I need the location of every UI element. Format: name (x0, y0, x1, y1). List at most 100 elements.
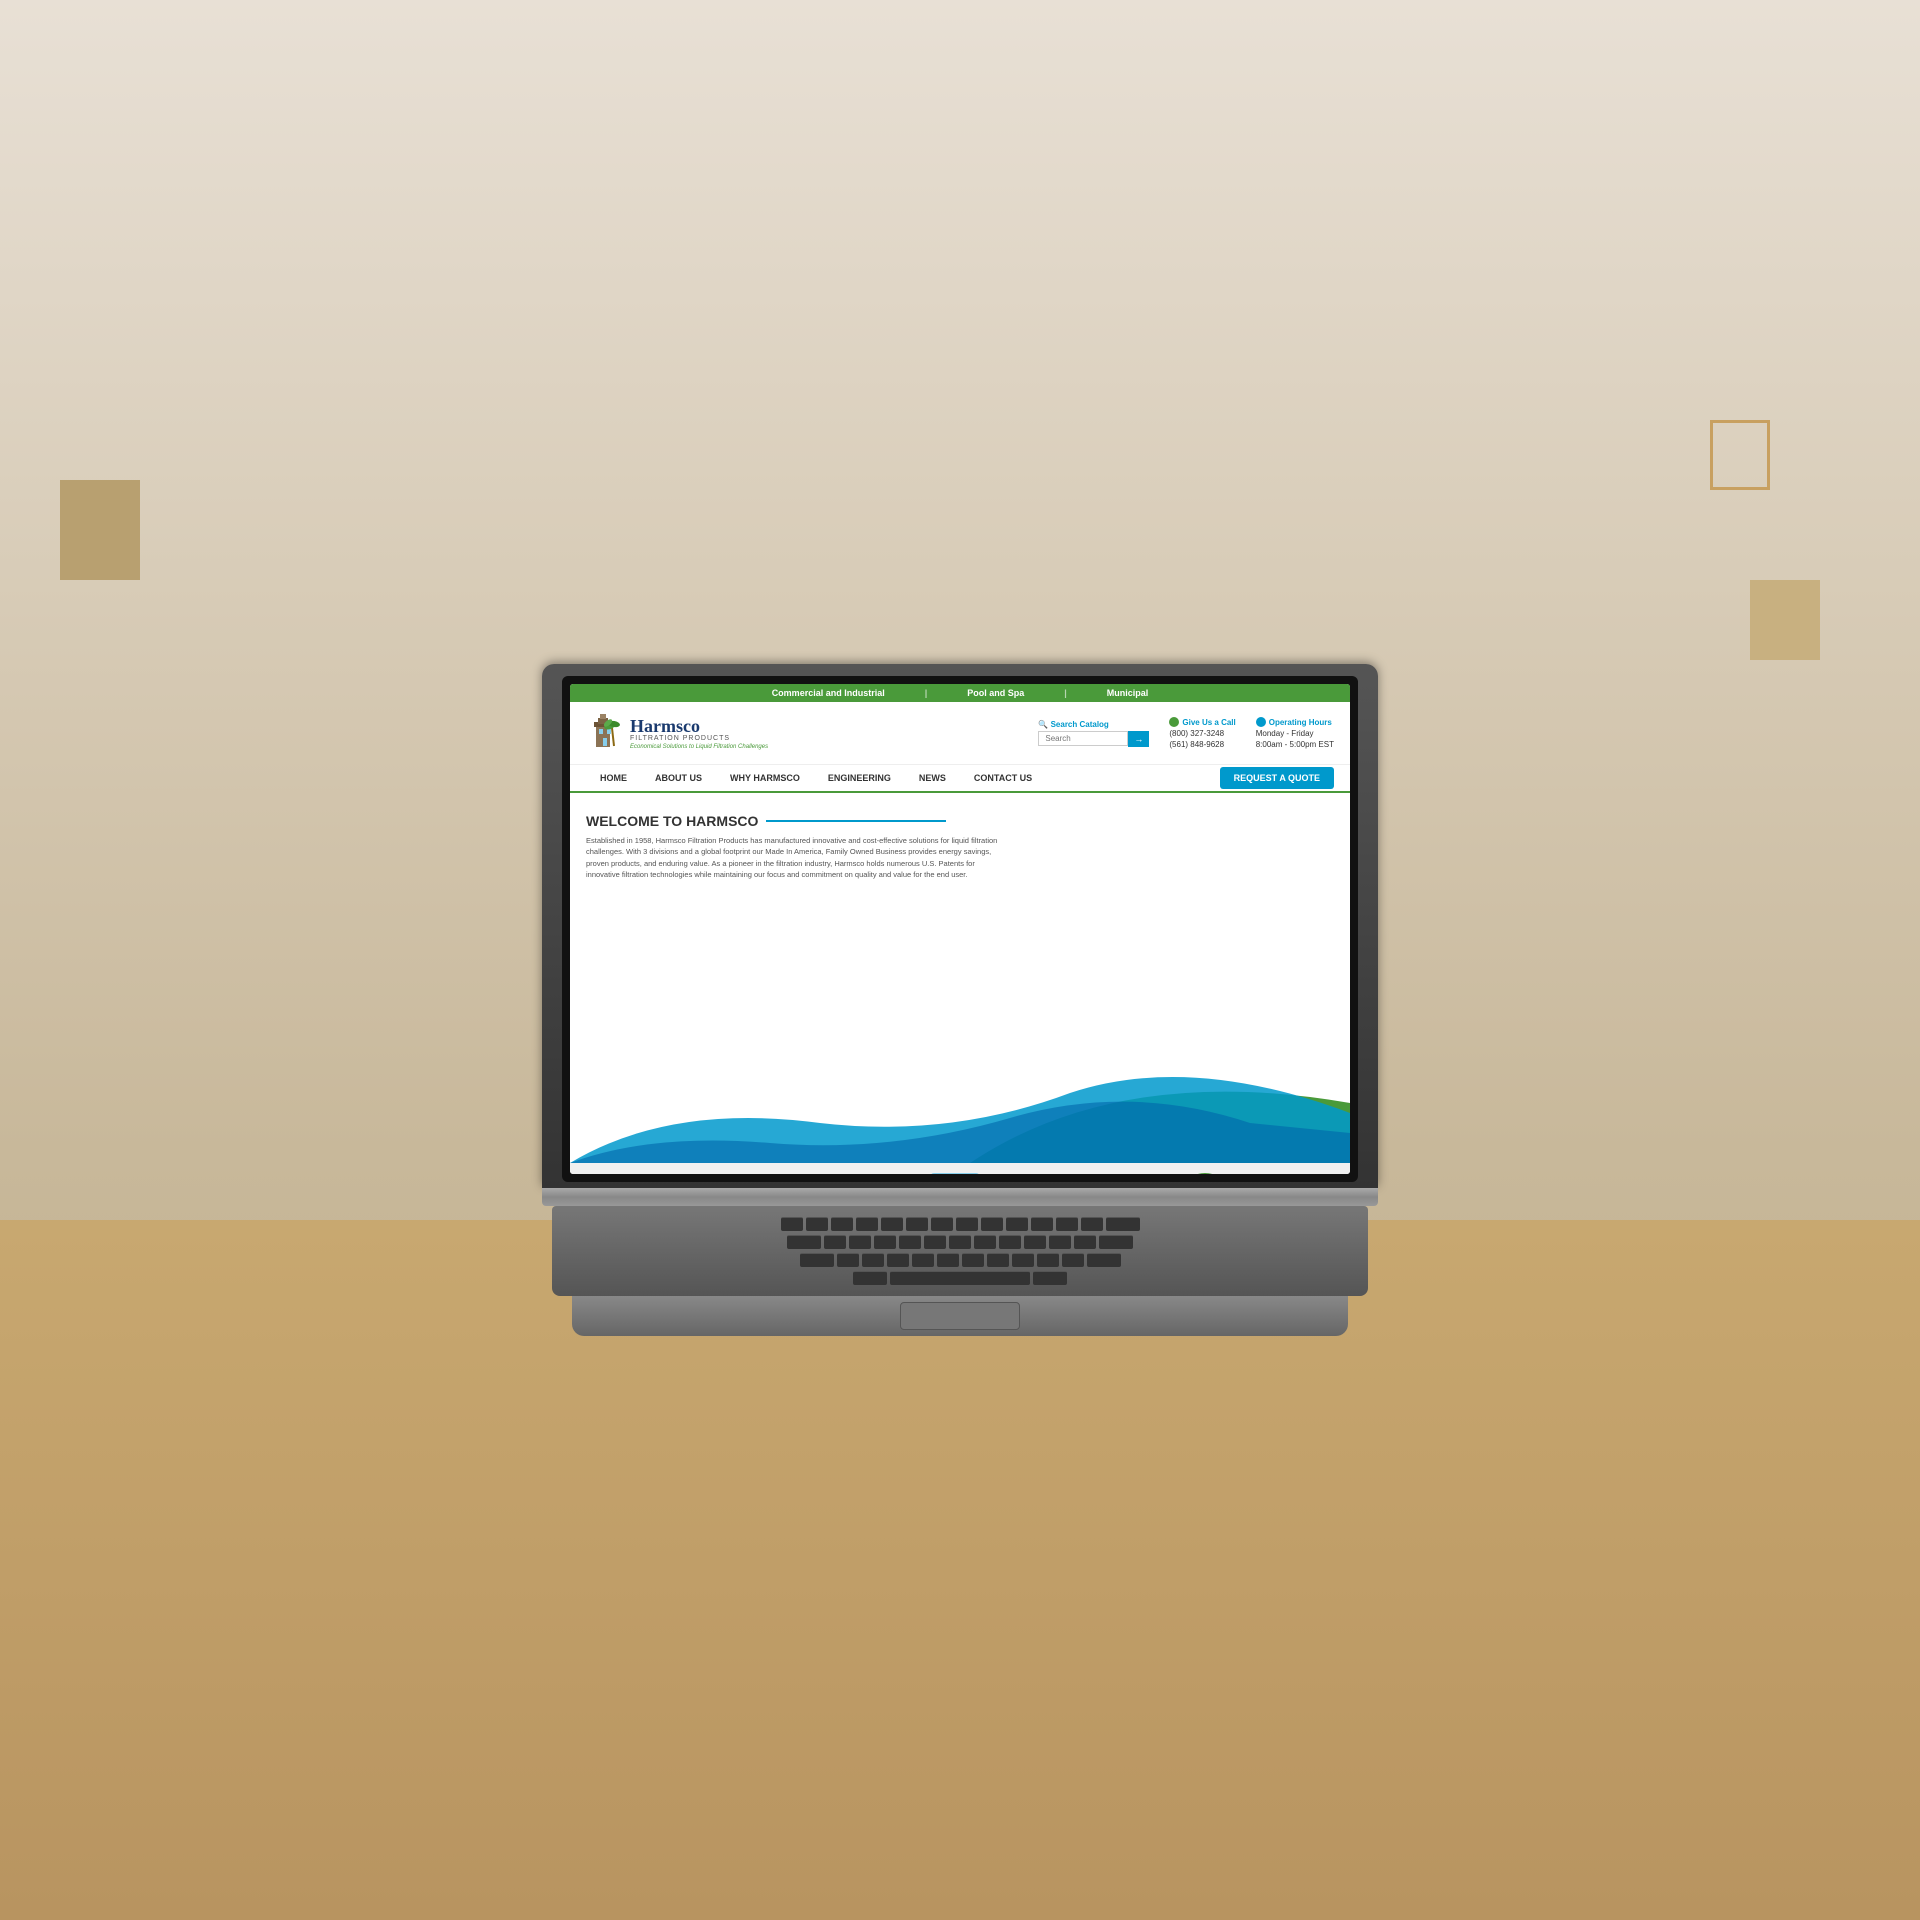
trackpad[interactable] (900, 1302, 1020, 1330)
key-space[interactable] (890, 1271, 1030, 1285)
deco-box-right (1750, 580, 1820, 660)
key[interactable] (824, 1235, 846, 1249)
laptop: Commercial and Industrial | Pool and Spa… (542, 664, 1378, 1336)
bottom-logos: hfp (570, 1163, 1350, 1174)
screen: Commercial and Industrial | Pool and Spa… (570, 684, 1350, 1174)
key[interactable] (956, 1217, 978, 1231)
clock-icon (1256, 717, 1266, 727)
request-quote-button[interactable]: REQUEST A QUOTE (1220, 767, 1334, 789)
key[interactable] (899, 1235, 921, 1249)
wave-decoration (570, 1043, 1350, 1163)
search-input[interactable] (1038, 731, 1128, 746)
key[interactable] (1037, 1253, 1059, 1267)
brand-sub: FILTRATION PRODUCTS (630, 735, 768, 742)
search-icon: 🔍 (1038, 720, 1048, 729)
title-underline (766, 820, 946, 822)
key-shift[interactable] (853, 1271, 887, 1285)
key[interactable] (962, 1253, 984, 1267)
key[interactable] (906, 1217, 928, 1231)
header-right: 🔍 Search Catalog → (1038, 717, 1334, 749)
logo-icon (586, 710, 624, 756)
welcome-text: Established in 1958, Harmsco Filtration … (586, 835, 1006, 880)
nav-why[interactable]: WHY HARMSCO (716, 765, 814, 791)
topbar-sep2: | (1064, 688, 1067, 698)
key-row-2 (787, 1235, 1133, 1249)
nav-home[interactable]: HOME (586, 765, 641, 791)
search-button[interactable]: → (1128, 731, 1149, 747)
logo-area[interactable]: Harmsco FILTRATION PRODUCTS Economical S… (586, 710, 768, 756)
key[interactable] (787, 1235, 821, 1249)
main-content: WELCOME TO HARMSCO Established in 1958, … (570, 793, 1350, 1163)
hours-info: Operating Hours Monday - Friday 8:00am -… (1256, 717, 1334, 749)
key[interactable] (912, 1253, 934, 1267)
navigation: HOME ABOUT US WHY HARMSCO ENGINEERING NE… (570, 765, 1350, 793)
hours-days: Monday - Friday (1256, 729, 1334, 738)
key[interactable] (837, 1253, 859, 1267)
key[interactable] (937, 1253, 959, 1267)
laptop-lid: Commercial and Industrial | Pool and Spa… (542, 664, 1378, 1188)
hours-label: Operating Hours (1256, 717, 1334, 727)
key[interactable] (1031, 1217, 1053, 1231)
brand-name: Harmsco (630, 717, 768, 735)
key[interactable] (1074, 1235, 1096, 1249)
municipal-logo-area[interactable] (1180, 1173, 1230, 1174)
key[interactable] (1006, 1217, 1028, 1231)
laptop-keyboard (552, 1206, 1368, 1296)
nav-about[interactable]: ABOUT US (641, 765, 716, 791)
key[interactable] (831, 1217, 853, 1231)
key[interactable] (856, 1217, 878, 1231)
key[interactable] (1024, 1235, 1046, 1249)
topbar-pool[interactable]: Pool and Spa (967, 688, 1024, 698)
website: Commercial and Industrial | Pool and Spa… (570, 684, 1350, 1174)
key[interactable] (931, 1217, 953, 1231)
phone-icon (1169, 717, 1179, 727)
key-shift-r[interactable] (1033, 1271, 1067, 1285)
search-area: 🔍 Search Catalog → (1038, 720, 1149, 747)
key[interactable] (1056, 1217, 1078, 1231)
phone2: (561) 848-9628 (1169, 740, 1235, 749)
key[interactable] (924, 1235, 946, 1249)
key[interactable] (881, 1217, 903, 1231)
key-row-1 (781, 1217, 1140, 1231)
key[interactable] (1062, 1253, 1084, 1267)
key[interactable] (999, 1235, 1021, 1249)
search-label: 🔍 Search Catalog (1038, 720, 1149, 729)
brand-tagline: Economical Solutions to Liquid Filtratio… (630, 744, 768, 750)
search-input-row: → (1038, 731, 1149, 747)
topbar-municipal[interactable]: Municipal (1107, 688, 1149, 698)
key[interactable] (981, 1217, 1003, 1231)
deco-box-left (60, 480, 140, 580)
screen-bezel: Commercial and Industrial | Pool and Spa… (562, 676, 1358, 1182)
nav-news[interactable]: NEWS (905, 765, 960, 791)
key[interactable] (974, 1235, 996, 1249)
deco-frame (1710, 420, 1770, 490)
pool-logo-area[interactable] (930, 1173, 980, 1174)
nav-engineering[interactable]: ENGINEERING (814, 765, 905, 791)
key[interactable] (800, 1253, 834, 1267)
key[interactable] (987, 1253, 1009, 1267)
key[interactable] (1049, 1235, 1071, 1249)
key[interactable] (849, 1235, 871, 1249)
key[interactable] (781, 1217, 803, 1231)
key-row-3 (800, 1253, 1121, 1267)
key[interactable] (1081, 1217, 1103, 1231)
nav-contact[interactable]: CONTACT US (960, 765, 1046, 791)
key[interactable] (1087, 1253, 1121, 1267)
key[interactable] (949, 1235, 971, 1249)
call-label: Give Us a Call (1169, 717, 1235, 727)
key[interactable] (874, 1235, 896, 1249)
municipal-badge (1180, 1173, 1230, 1174)
key[interactable] (862, 1253, 884, 1267)
key[interactable] (1099, 1235, 1133, 1249)
topbar-commercial[interactable]: Commercial and Industrial (772, 688, 885, 698)
key[interactable] (806, 1217, 828, 1231)
site-header: Harmsco FILTRATION PRODUCTS Economical S… (570, 702, 1350, 765)
key[interactable] (887, 1253, 909, 1267)
contact-info: Give Us a Call (800) 327-3248 (561) 848-… (1169, 717, 1235, 749)
topbar-sep1: | (925, 688, 928, 698)
phone1: (800) 327-3248 (1169, 729, 1235, 738)
key-row-space (853, 1271, 1067, 1285)
welcome-section: WELCOME TO HARMSCO Established in 1958, … (586, 813, 1334, 880)
key[interactable] (1106, 1217, 1140, 1231)
key[interactable] (1012, 1253, 1034, 1267)
